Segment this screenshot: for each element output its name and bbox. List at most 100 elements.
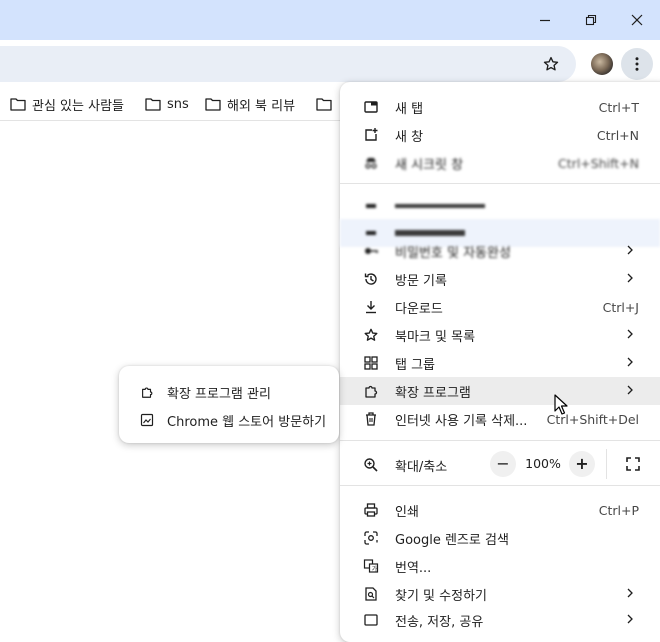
menu-item-label: 새 창: [395, 129, 424, 145]
mouse-cursor-icon: [554, 394, 568, 415]
chevron-right-icon: [626, 587, 634, 602]
find-icon: [362, 585, 380, 603]
chrome-menu: 새 탭 Ctrl+T 새 창 Ctrl+N 새 시크릿 창 Ctrl+Shift…: [340, 82, 660, 642]
menu-item-new-window[interactable]: 새 창 Ctrl+N: [340, 121, 660, 149]
folder-icon: [205, 98, 221, 111]
redacted-text: [395, 204, 485, 208]
profile-button[interactable]: [586, 48, 618, 80]
star-icon: [543, 56, 559, 71]
submenu-item-label: 확장 프로그램 관리: [167, 386, 271, 402]
menu-separator: [340, 440, 660, 441]
bookmark-label: sns: [167, 96, 189, 112]
download-icon: [362, 298, 380, 316]
chevron-right-icon: [626, 384, 634, 399]
chevron-right-icon: [626, 613, 634, 628]
bookmark-label: 관심 있는 사람들: [32, 98, 124, 114]
menu-item-label: 방문 기록: [395, 273, 447, 289]
submenu-item-manage-extensions[interactable]: 확장 프로그램 관리: [119, 378, 339, 406]
menu-item-label: 다운로드: [395, 301, 443, 317]
bookmark-folder[interactable]: sns: [145, 92, 189, 116]
web-store-icon: [139, 412, 155, 428]
trash-icon: [362, 410, 380, 428]
menu-item-print[interactable]: 인쇄 Ctrl+P: [340, 496, 660, 524]
menu-item-tab-groups[interactable]: 탭 그룹: [340, 349, 660, 377]
key-icon: [362, 242, 380, 260]
extensions-submenu: 확장 프로그램 관리 Chrome 웹 스토어 방문하기: [119, 366, 339, 443]
zoom-out-button[interactable]: −: [490, 451, 516, 477]
redacted-text: [395, 230, 465, 236]
title-bar: [0, 0, 660, 40]
menu-item-label: 북마크 및 목록: [395, 329, 476, 345]
fullscreen-icon: [626, 457, 640, 471]
chevron-right-icon: [626, 328, 634, 343]
menu-item-shortcut: Ctrl+N: [596, 127, 639, 143]
menu-item-label: 새 시크릿 창: [395, 157, 464, 173]
translate-icon: 가: [362, 557, 380, 575]
lens-icon: [362, 529, 380, 547]
menu-item-cast-save-share[interactable]: 전송, 저장, 공유: [340, 606, 660, 634]
menu-item-downloads[interactable]: 다운로드 Ctrl+J: [340, 293, 660, 321]
bookmark-star-button[interactable]: [535, 48, 567, 80]
chevron-right-icon: [626, 272, 634, 287]
menu-separator: [340, 485, 660, 486]
zoom-icon: [362, 456, 380, 474]
menu-item-label: 전송, 저장, 공유: [395, 614, 484, 630]
menu-item-find-edit[interactable]: 찾기 및 수정하기: [340, 580, 660, 608]
submenu-item-web-store[interactable]: Chrome 웹 스토어 방문하기: [119, 406, 339, 434]
avatar: [591, 53, 613, 75]
new-window-icon: [362, 126, 380, 144]
svg-text:가: 가: [372, 565, 378, 573]
submenu-item-label: Chrome 웹 스토어 방문하기: [167, 414, 327, 430]
menu-item-label: Google 렌즈로 검색: [395, 532, 509, 548]
fullscreen-button[interactable]: [620, 451, 646, 477]
redacted-icon: [362, 197, 380, 215]
printer-icon: [362, 501, 380, 519]
minimize-button[interactable]: [522, 0, 568, 40]
close-icon: [631, 14, 643, 26]
address-bar[interactable]: [0, 46, 576, 82]
menu-item-extensions[interactable]: 확장 프로그램: [340, 377, 660, 405]
minimize-icon: [540, 19, 550, 22]
menu-button[interactable]: [621, 48, 653, 80]
restore-icon: [585, 14, 597, 26]
menu-item-label: 비밀번호 및 자동완성: [395, 245, 511, 261]
puzzle-icon: [362, 382, 380, 400]
puzzle-icon: [139, 384, 155, 400]
menu-item-clear-browsing-data[interactable]: 인터넷 사용 기록 삭제... Ctrl+Shift+Del: [340, 405, 660, 433]
close-window-button[interactable]: [614, 0, 660, 40]
restore-button[interactable]: [568, 0, 614, 40]
folder-icon: [145, 98, 161, 111]
toolbar: [0, 40, 660, 88]
menu-item-label: 인쇄: [395, 504, 419, 520]
menu-item-shortcut: Ctrl+P: [598, 502, 639, 518]
bookmark-folder[interactable]: 해외 북 리뷰: [205, 92, 295, 116]
bookmark-label: 해외 북 리뷰: [227, 98, 296, 114]
menu-item-google-lens[interactable]: Google 렌즈로 검색: [340, 524, 660, 552]
menu-item-label: 확장 프로그램: [395, 385, 471, 401]
menu-item-bookmarks[interactable]: 북마크 및 목록: [340, 321, 660, 349]
zoom-in-button[interactable]: +: [569, 451, 595, 477]
minus-icon: −: [496, 454, 510, 473]
menu-item-autofill[interactable]: 비밀번호 및 자동완성: [340, 237, 660, 265]
menu-item-label: 찾기 및 수정하기: [395, 588, 487, 604]
menu-item-incognito[interactable]: 새 시크릿 창 Ctrl+Shift+N: [340, 149, 660, 177]
menu-separator: [340, 183, 660, 184]
history-icon: [362, 270, 380, 288]
menu-item-shortcut: Ctrl+Shift+N: [558, 155, 639, 171]
menu-item-label: 번역...: [395, 560, 432, 576]
bookmark-folder[interactable]: 관심 있는 사람들: [10, 92, 124, 116]
zoom-level: 100%: [525, 456, 561, 471]
menu-item-shortcut: Ctrl+J: [602, 299, 639, 315]
new-tab-icon: [362, 98, 380, 116]
share-icon: [362, 611, 380, 629]
menu-item-new-tab[interactable]: 새 탭 Ctrl+T: [340, 93, 660, 121]
menu-item-redacted[interactable]: [340, 192, 660, 220]
chevron-right-icon: [626, 244, 634, 259]
menu-item-label: 확대/축소: [395, 459, 448, 475]
menu-item-label: 탭 그룹: [395, 357, 436, 373]
menu-item-translate[interactable]: 가 번역...: [340, 552, 660, 580]
zoom-divider: [606, 449, 607, 479]
plus-icon: +: [575, 454, 589, 473]
bookmark-folder[interactable]: [316, 92, 332, 116]
menu-item-history[interactable]: 방문 기록: [340, 265, 660, 293]
